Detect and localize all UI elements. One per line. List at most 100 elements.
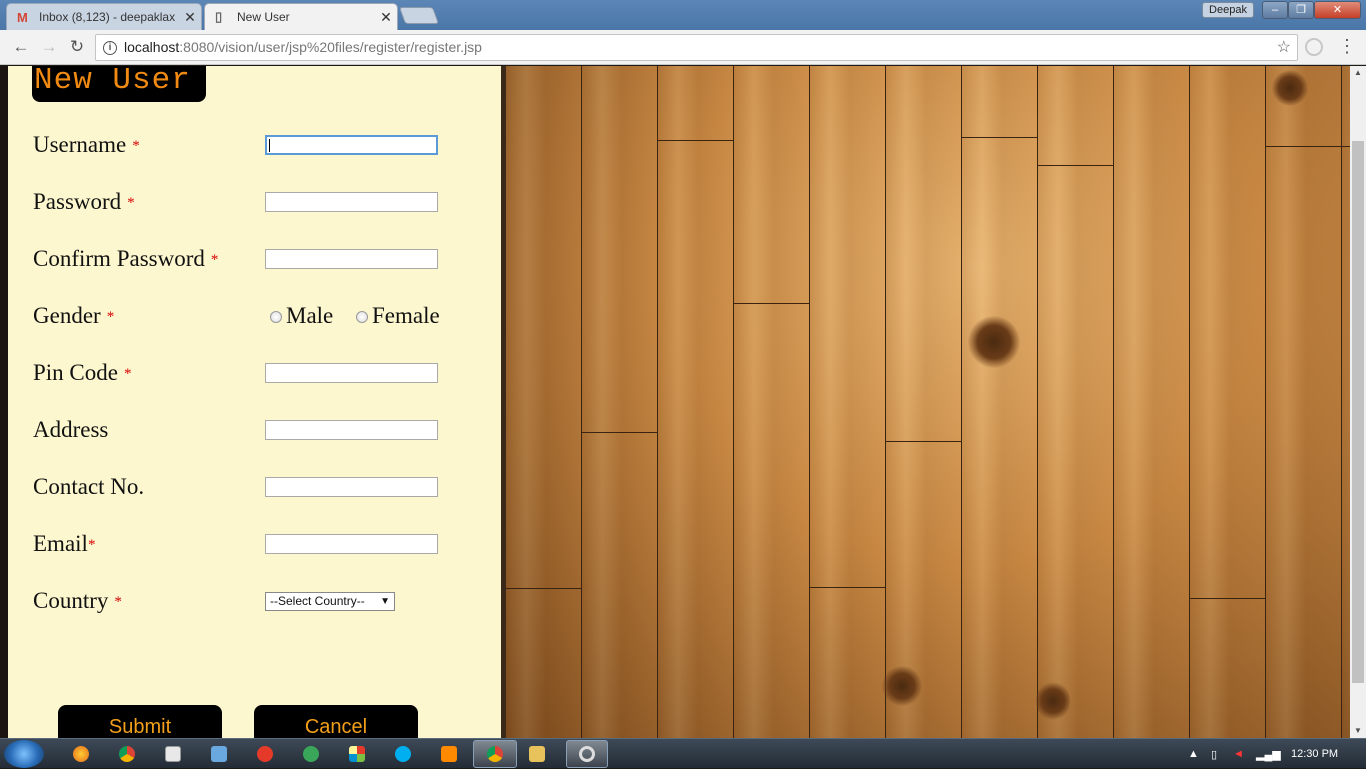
tab-label: Inbox (8,123) - deepaklax (39, 10, 176, 24)
browser-toolbar: ← → ↻ i localhost:8080/vision/user/jsp%2… (0, 30, 1366, 65)
confirm-password-label: Confirm Password * (33, 246, 219, 271)
wood-knot (1272, 70, 1308, 106)
skype-icon[interactable] (388, 741, 418, 767)
contact-input[interactable] (265, 477, 438, 497)
profile-button[interactable]: Deepak (1202, 2, 1254, 18)
plank-seam (734, 303, 810, 304)
close-icon[interactable]: ✕ (375, 9, 397, 26)
office-app-icon[interactable] (342, 741, 372, 767)
url-path: :8080/vision/user/jsp%20files/register/r… (179, 39, 482, 55)
country-label: Country * (33, 588, 122, 613)
required-mark: * (132, 138, 140, 154)
plank-seam (1038, 165, 1114, 166)
url-host: localhost (124, 39, 180, 55)
pin-code-label: Pin Code * (33, 360, 132, 385)
password-input[interactable] (265, 192, 438, 212)
required-mark: * (127, 195, 135, 211)
email-input[interactable] (265, 534, 438, 554)
start-button[interactable] (4, 740, 44, 768)
maximize-button[interactable]: ❐ (1288, 1, 1314, 19)
calendar-icon[interactable] (158, 741, 188, 767)
gmail-icon: M (17, 9, 28, 25)
tab-inbox[interactable]: M Inbox (8,123) - deepaklax ✕ (6, 3, 202, 30)
registration-panel (8, 66, 501, 738)
page-icon: ▯ (215, 9, 223, 24)
signal-icon[interactable]: ▂▄▆ (1256, 748, 1281, 761)
plank-seam (886, 441, 962, 442)
plank-seam (506, 588, 582, 589)
username-label: Username * (33, 132, 140, 157)
wood-background (506, 66, 1350, 738)
plank-seam (810, 587, 886, 588)
plank-seam (1190, 598, 1266, 599)
country-select[interactable]: --Select Country-- ▼ (265, 592, 395, 611)
tab-new-user[interactable]: ▯ New User ✕ (204, 3, 398, 30)
username-input[interactable] (265, 135, 438, 155)
required-mark: * (123, 366, 132, 382)
firefox-icon[interactable] (66, 741, 96, 767)
female-radio-label[interactable]: Female (372, 303, 440, 329)
plank-seam (1266, 146, 1350, 147)
page-viewport: New User Username * Password * Confirm Pas… (0, 66, 1350, 738)
close-icon[interactable]: ✕ (179, 9, 201, 26)
wood-knot (882, 666, 922, 706)
cancel-button[interactable]: Cancel (254, 705, 418, 738)
new-tab-button[interactable] (398, 7, 440, 24)
forward-icon[interactable]: → (39, 37, 59, 57)
address-input[interactable] (265, 420, 438, 440)
male-radio[interactable] (270, 311, 282, 323)
gender-label: Gender * (33, 303, 115, 328)
back-icon[interactable]: ← (11, 37, 31, 57)
email-label: Email* (33, 531, 96, 556)
required-mark: * (106, 309, 115, 325)
media-player-icon[interactable] (250, 741, 280, 767)
plank-seam (658, 140, 734, 141)
battery-icon[interactable]: ▯ (1211, 748, 1217, 761)
required-mark: * (114, 594, 122, 610)
reload-icon[interactable]: ↻ (67, 37, 87, 57)
extension-icon[interactable] (1305, 38, 1323, 56)
browser-titlebar: M Inbox (8,123) - deepaklax ✕ ▯ New User… (0, 0, 1366, 30)
minimize-button[interactable]: ‒ (1262, 1, 1288, 19)
panel-divider (501, 66, 506, 738)
taskbar: ▲ ▯ ◄ ▂▄▆ 12:30 PM (0, 738, 1366, 768)
plank-seam (582, 432, 658, 433)
contact-label: Contact No. (33, 474, 145, 499)
bookmark-star-icon[interactable]: ☆ (1277, 35, 1291, 60)
volume-muted-icon[interactable]: ◄ (1233, 748, 1244, 760)
address-bar[interactable]: i localhost:8080/vision/user/jsp%20files… (95, 34, 1298, 61)
wood-knot (1036, 681, 1070, 721)
address-label: Address (33, 417, 109, 442)
chrome-icon[interactable] (112, 741, 142, 767)
wood-knot (968, 316, 1020, 368)
country-select-value: --Select Country-- (270, 594, 365, 608)
clock[interactable]: 12:30 PM (1291, 739, 1338, 769)
network-app-icon[interactable] (296, 741, 326, 767)
dropdown-arrow-icon: ▼ (380, 596, 390, 607)
confirm-password-input[interactable] (265, 249, 438, 269)
password-label: Password * (33, 189, 135, 214)
submit-button[interactable]: Submit (58, 705, 222, 738)
plank-seam (962, 137, 1038, 138)
pin-code-input[interactable] (265, 363, 438, 383)
required-mark: * (87, 537, 96, 553)
chrome-active-icon[interactable] (473, 740, 517, 768)
scroll-down-icon[interactable]: ▼ (1350, 724, 1366, 738)
sublime-icon[interactable] (434, 741, 464, 767)
scroll-thumb[interactable] (1352, 141, 1364, 683)
required-mark: * (210, 252, 219, 268)
explorer-icon[interactable] (522, 741, 552, 767)
tray-expand-icon[interactable]: ▲ (1188, 748, 1199, 760)
female-radio[interactable] (356, 311, 368, 323)
panel-edge (0, 66, 8, 738)
male-radio-label[interactable]: Male (286, 303, 333, 329)
scroll-up-icon[interactable]: ▲ (1350, 66, 1366, 80)
menu-icon[interactable]: ⋮ (1338, 36, 1356, 56)
remote-desktop-icon[interactable] (204, 741, 234, 767)
tab-label: New User (237, 10, 290, 24)
settings-icon[interactable] (566, 740, 608, 768)
page-scrollbar[interactable]: ▲ ▼ (1350, 66, 1366, 738)
info-icon[interactable]: i (103, 41, 117, 55)
page-title: New User (32, 66, 206, 102)
window-close-button[interactable]: ✕ (1314, 1, 1361, 19)
